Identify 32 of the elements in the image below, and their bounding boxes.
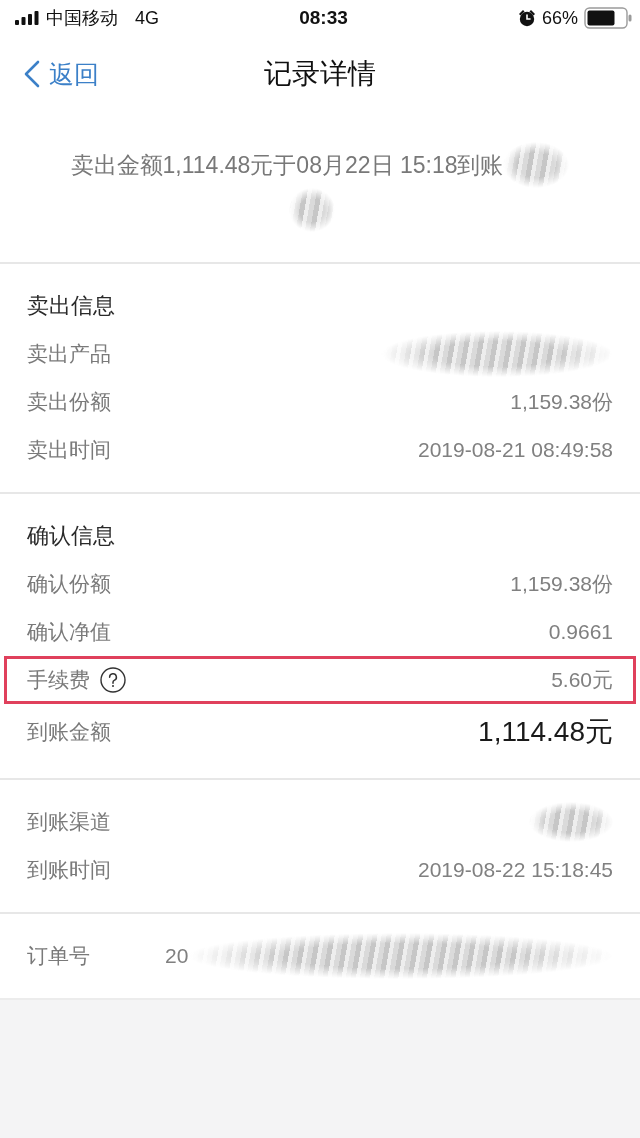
amount-value: 1,114.48元 — [478, 715, 613, 749]
row-value: 0.9661 — [548, 620, 613, 644]
status-time: 08:33 — [299, 7, 348, 29]
back-button[interactable]: 返回 — [24, 57, 99, 91]
row-label: 卖出产品 — [27, 341, 111, 367]
summary-text: 卖出金额1,114.48元于08月22日 15:18到账 — [70, 150, 504, 180]
section-title: 确认信息 — [27, 522, 115, 550]
row-label: 到账时间 — [27, 857, 111, 883]
row-label: 确认份额 — [27, 571, 111, 597]
row-label: 卖出时间 — [27, 437, 111, 463]
row-value: 2019-08-22 15:18:45 — [418, 858, 613, 882]
carrier-name: 中国移动 — [46, 7, 118, 30]
row-label: 到账渠道 — [27, 809, 111, 835]
signal-icon — [15, 11, 39, 25]
row-label: 到账金额 — [27, 719, 111, 745]
battery-percent: 66% — [541, 7, 578, 29]
row-label: 订单号 — [27, 943, 90, 969]
page-title: 记录详情 — [264, 57, 376, 91]
row-value: 1,159.38份 — [510, 571, 613, 597]
row-label: 确认净值 — [27, 619, 111, 645]
question-mark-circle-icon[interactable] — [100, 667, 126, 693]
row-value: 5.60元 — [551, 667, 613, 693]
chevron-left-icon — [24, 60, 40, 88]
row-label: 卖出份额 — [27, 389, 111, 415]
row-value: 1,159.38份 — [510, 389, 613, 415]
row-value: 2019-08-21 08:49:58 — [418, 438, 613, 462]
battery-icon — [584, 7, 632, 29]
section-title: 卖出信息 — [27, 292, 115, 320]
alarm-clock-icon — [517, 9, 536, 27]
network-type: 4G — [135, 7, 159, 29]
row-label: 手续费 — [27, 667, 90, 693]
order-number: 20 — [165, 944, 189, 968]
